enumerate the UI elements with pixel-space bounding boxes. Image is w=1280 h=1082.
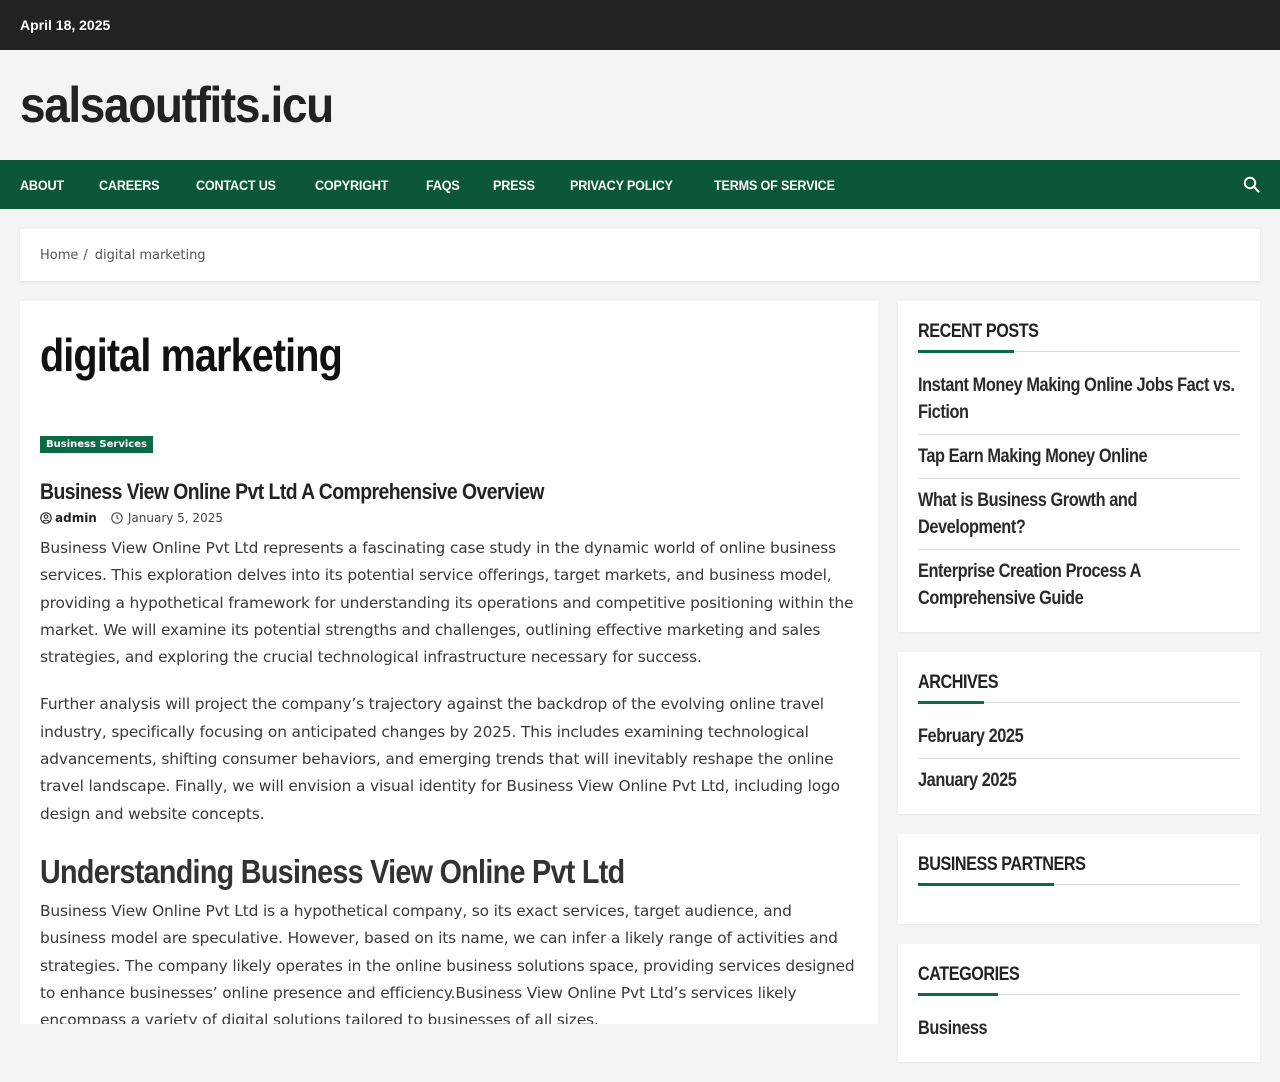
post-author[interactable]: admin bbox=[55, 511, 97, 525]
user-circle-icon bbox=[40, 512, 52, 524]
archives-widget: Archives February 2025 January 2025 bbox=[898, 652, 1260, 814]
widget-title: Business Partners bbox=[918, 854, 1240, 886]
nav-item-press[interactable]: Press bbox=[493, 177, 535, 193]
list-item: Instant Money Making Online Jobs Fact vs… bbox=[918, 370, 1240, 435]
post-paragraph: Business View Online Pvt Ltd is a hypoth… bbox=[40, 901, 855, 1024]
recent-post-link[interactable]: Enterprise Creation Process A Comprehens… bbox=[918, 558, 1239, 612]
post-paragraph: Further analysis will project the compan… bbox=[40, 695, 840, 823]
site-title[interactable]: salsaoutfits.icu bbox=[20, 76, 334, 134]
nav-item-terms-of-service[interactable]: Terms of Service bbox=[714, 177, 835, 193]
current-date: April 18, 2025 bbox=[20, 17, 111, 33]
nav-item-contact-us[interactable]: Contact Us bbox=[196, 177, 276, 193]
clock-icon bbox=[111, 512, 123, 524]
recent-post-link[interactable]: What is Business Growth and Development? bbox=[918, 487, 1239, 541]
breadcrumb: Home / digital marketing bbox=[20, 229, 1260, 281]
breadcrumb-separator: / bbox=[83, 247, 88, 263]
category-badge[interactable]: Business Services bbox=[40, 436, 153, 453]
recent-post-link[interactable]: Tap Earn Making Money Online bbox=[918, 443, 1239, 470]
recent-post-link[interactable]: Instant Money Making Online Jobs Fact vs… bbox=[918, 372, 1239, 426]
widget-title: Recent Posts bbox=[918, 321, 1240, 353]
post-date: January 5, 2025 bbox=[127, 511, 223, 525]
list-item: Business bbox=[918, 1013, 1240, 1044]
category-link[interactable]: Business bbox=[918, 1015, 1239, 1042]
post-paragraph: Business View Online Pvt Ltd represents … bbox=[40, 539, 854, 667]
main-content: digital marketing Business Services Busi… bbox=[20, 301, 878, 1024]
archive-link[interactable]: February 2025 bbox=[918, 723, 1239, 750]
nav-item-careers[interactable]: Careers bbox=[99, 177, 160, 193]
sidebar: Recent Posts Instant Money Making Online… bbox=[898, 301, 1260, 1082]
list-item: February 2025 bbox=[918, 721, 1240, 759]
list-item: What is Business Growth and Development? bbox=[918, 479, 1240, 550]
categories-widget: Categories Business bbox=[898, 944, 1260, 1062]
business-partners-widget: Business Partners bbox=[898, 834, 1260, 924]
archive-link[interactable]: January 2025 bbox=[918, 767, 1239, 794]
nav-item-privacy-policy[interactable]: Privacy Policy bbox=[570, 177, 673, 193]
list-item: Enterprise Creation Process A Comprehens… bbox=[918, 550, 1240, 614]
section-heading: Understanding Business View Online Pvt L… bbox=[40, 852, 625, 890]
widget-title: Archives bbox=[918, 672, 1240, 704]
post-title[interactable]: Business View Online Pvt Ltd A Comprehen… bbox=[40, 479, 760, 505]
nav-item-faqs[interactable]: FAQs bbox=[426, 177, 460, 193]
post-meta: admin January 5, 2025 bbox=[40, 511, 858, 525]
nav-item-copyright[interactable]: Copyright bbox=[315, 177, 388, 193]
site-header: salsaoutfits.icu bbox=[0, 50, 1280, 160]
widget-title: Categories bbox=[918, 964, 1240, 996]
page-title: digital marketing bbox=[40, 329, 343, 381]
nav-item-about[interactable]: About bbox=[20, 177, 64, 193]
breadcrumb-home-link[interactable]: Home bbox=[40, 248, 78, 263]
recent-posts-widget: Recent Posts Instant Money Making Online… bbox=[898, 301, 1260, 632]
search-icon[interactable] bbox=[1243, 176, 1260, 193]
list-item: Tap Earn Making Money Online bbox=[918, 435, 1240, 479]
main-navigation: About Careers Contact Us Copyright FAQs … bbox=[0, 160, 1280, 209]
top-bar: April 18, 2025 bbox=[0, 0, 1280, 50]
list-item: January 2025 bbox=[918, 759, 1240, 796]
breadcrumb-current: digital marketing bbox=[94, 247, 206, 263]
